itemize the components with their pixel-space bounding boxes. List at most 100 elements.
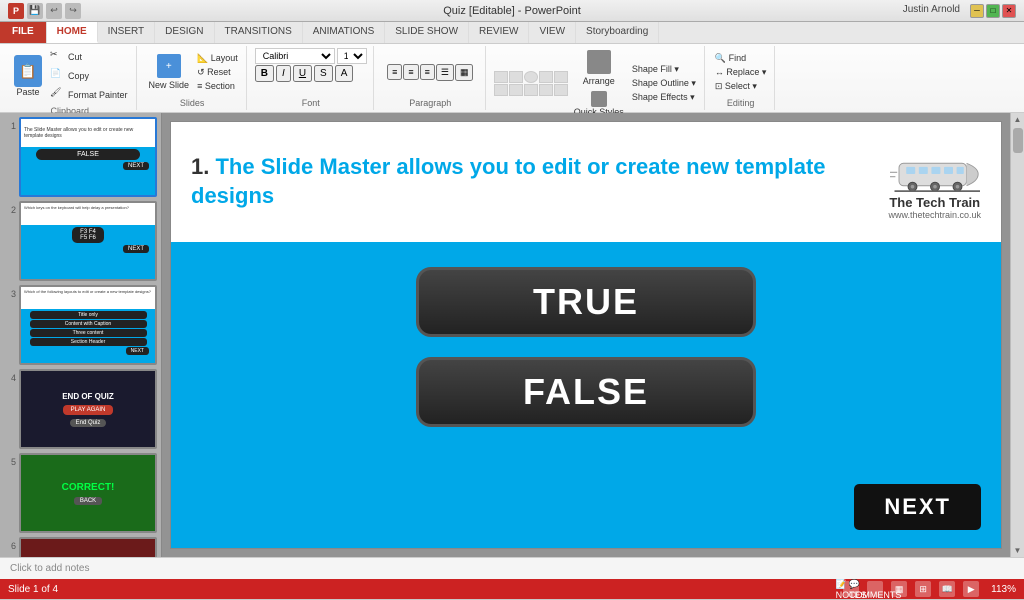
slide-thumb-6[interactable]: WRONG! BACK	[19, 537, 157, 557]
arrange-group: Arrange Quick Styles	[570, 48, 628, 119]
maximize-button[interactable]: □	[986, 4, 1000, 18]
scroll-thumb[interactable]	[1013, 128, 1023, 153]
comments-icon[interactable]: 💬 COMMENTS	[867, 581, 883, 597]
redo-icon[interactable]: ↪	[65, 3, 81, 19]
shape-effects-button[interactable]: Shape Effects ▾	[630, 91, 698, 104]
false-button[interactable]: FALSE	[416, 357, 756, 427]
strikethrough-button[interactable]: S	[314, 65, 333, 82]
shape-9[interactable]	[539, 84, 553, 96]
slide-1-next-btn: NEXT	[123, 162, 149, 170]
slide-sorter-icon[interactable]: ⊞	[915, 581, 931, 597]
align-center-button[interactable]: ≡	[403, 64, 418, 80]
slide-3-q: Which of the following layouts to edit o…	[21, 287, 155, 309]
normal-view-icon[interactable]: ▦	[891, 581, 907, 597]
tab-view[interactable]: VIEW	[529, 22, 576, 43]
close-button[interactable]: ✕	[1002, 4, 1016, 18]
tab-home[interactable]: HOME	[47, 22, 98, 43]
cut-button[interactable]: ✂Cut	[48, 48, 130, 66]
editing-buttons: 🔍 Find ↔ Replace ▾ ⊡ Select ▾	[713, 48, 769, 96]
slide-4-content: END OF QUIZ PLAY AGAIN End Quiz	[21, 371, 155, 447]
shape-8[interactable]	[524, 84, 538, 96]
tab-animations[interactable]: ANIMATIONS	[303, 22, 385, 43]
slide-2-content: F3 F4F5 F6 NEXT	[21, 225, 155, 255]
scroll-up-arrow[interactable]: ▲	[1014, 115, 1022, 124]
slide-thumb-5[interactable]: CORRECT! BACK	[19, 453, 157, 533]
replace-button[interactable]: ↔ Replace ▾	[713, 66, 769, 79]
shape-options-group: Shape Fill ▾ Shape Outline ▾ Shape Effec…	[630, 63, 698, 104]
title-bar: P 💾 ↩ ↪ Quiz [Editable] - PowerPoint Jus…	[0, 0, 1024, 22]
tab-storyboarding[interactable]: Storyboarding	[576, 22, 659, 43]
slide-small-group: 📐 Layout ↺ Reset ≡ Section	[195, 52, 240, 92]
shape-10[interactable]	[554, 84, 568, 96]
slide-2-wrapper: 2 Which keys on the keyboard will help d…	[4, 201, 157, 281]
select-button[interactable]: ⊡ Select ▾	[713, 80, 769, 93]
reading-view-icon[interactable]: 📖	[939, 581, 955, 597]
slide-thumb-3[interactable]: Which of the following layouts to edit o…	[19, 285, 157, 365]
shape-arrow[interactable]	[539, 71, 553, 83]
reset-button[interactable]: ↺ Reset	[195, 66, 240, 79]
save-icon[interactable]: 💾	[27, 3, 43, 19]
find-button[interactable]: 🔍 Find	[713, 52, 769, 65]
shape-fill-button[interactable]: Shape Fill ▾	[630, 63, 698, 76]
main-area: 1 The Slide Master allows you to edit or…	[0, 113, 1024, 557]
window-controls: Justin Arnold ─ □ ✕	[903, 4, 1016, 18]
font-color-button[interactable]: A	[335, 65, 354, 82]
shape-6[interactable]	[494, 84, 508, 96]
paste-button[interactable]: 📋 Paste	[10, 53, 46, 99]
shape-more[interactable]	[554, 71, 568, 83]
slide-thumb-1[interactable]: The Slide Master allows you to edit or c…	[19, 117, 157, 197]
tab-transitions[interactable]: TRANSITIONS	[215, 22, 303, 43]
section-button[interactable]: ≡ Section	[195, 80, 240, 92]
notes-icon[interactable]: 📝 NOTES	[843, 581, 859, 597]
format-painter-button[interactable]: 🖌Format Painter	[48, 86, 130, 104]
slide-3-content: Title only Content with Caption Three co…	[21, 309, 155, 357]
slide-thumb-2[interactable]: Which keys on the keyboard will help del…	[19, 201, 157, 281]
slide-show-icon[interactable]: ▶	[963, 581, 979, 597]
clipboard-buttons: 📋 Paste ✂Cut 📄Copy 🖌Format Painter	[10, 48, 130, 104]
ribbon-group-paragraph: ≡ ≡ ≡ ☰ ▦ Paragraph	[376, 46, 486, 110]
shape-7[interactable]	[509, 84, 523, 96]
title-bar-left: P 💾 ↩ ↪	[8, 3, 81, 19]
shape-rect[interactable]	[509, 71, 523, 83]
slide-question-area: 1. The Slide Master allows you to edit o…	[171, 122, 1001, 242]
bullet-button[interactable]: ☰	[436, 64, 454, 81]
copy-button[interactable]: 📄Copy	[48, 67, 130, 85]
slide-5-content: CORRECT! BACK	[21, 455, 155, 531]
shape-outline-button[interactable]: Shape Outline ▾	[630, 77, 698, 90]
bold-button[interactable]: B	[255, 65, 274, 82]
italic-button[interactable]: I	[276, 65, 291, 82]
vertical-scrollbar[interactable]: ▲ ▼	[1010, 113, 1024, 557]
tab-slideshow[interactable]: SLIDE SHOW	[385, 22, 469, 43]
scroll-down-arrow[interactable]: ▼	[1014, 546, 1022, 555]
font-family-select[interactable]: Calibri	[255, 48, 335, 64]
slides-buttons: + New Slide 📐 Layout ↺ Reset ≡ Section	[145, 48, 240, 96]
align-left-button[interactable]: ≡	[387, 64, 402, 80]
align-right-button[interactable]: ≡	[420, 64, 435, 80]
slide-3-opt3: Three content	[30, 329, 147, 337]
minimize-button[interactable]: ─	[970, 4, 984, 18]
tab-design[interactable]: DESIGN	[155, 22, 214, 43]
undo-icon[interactable]: ↩	[46, 3, 62, 19]
convert-smartart-button[interactable]: ▦	[455, 64, 474, 81]
layout-button[interactable]: 📐 Layout	[195, 52, 240, 65]
true-button[interactable]: TRUE	[416, 267, 756, 337]
arrange-button[interactable]: Arrange	[570, 48, 628, 88]
new-slide-button[interactable]: + New Slide	[145, 52, 194, 92]
font-row-1: Calibri 12	[255, 48, 367, 64]
shape-line[interactable]	[494, 71, 508, 83]
tab-insert[interactable]: INSERT	[98, 22, 156, 43]
shape-oval[interactable]	[524, 71, 538, 83]
font-row-2: B I U S A	[255, 65, 367, 82]
tab-file[interactable]: FILE	[0, 22, 47, 43]
status-right: 📝 NOTES 💬 COMMENTS ▦ ⊞ 📖 ▶ 113%	[843, 581, 1016, 597]
slide-2-num: 2	[4, 205, 16, 215]
next-label: NEXT	[884, 494, 951, 519]
underline-button[interactable]: U	[293, 65, 312, 82]
paragraph-buttons: ≡ ≡ ≡ ☰ ▦	[387, 48, 473, 96]
next-button[interactable]: NEXT	[854, 484, 981, 530]
font-size-select[interactable]: 12	[337, 48, 367, 64]
slide-3-opt1: Title only	[30, 311, 147, 319]
slide-canvas: 1. The Slide Master allows you to edit o…	[170, 121, 1002, 549]
tab-review[interactable]: REVIEW	[469, 22, 529, 43]
slide-thumb-4[interactable]: END OF QUIZ PLAY AGAIN End Quiz	[19, 369, 157, 449]
